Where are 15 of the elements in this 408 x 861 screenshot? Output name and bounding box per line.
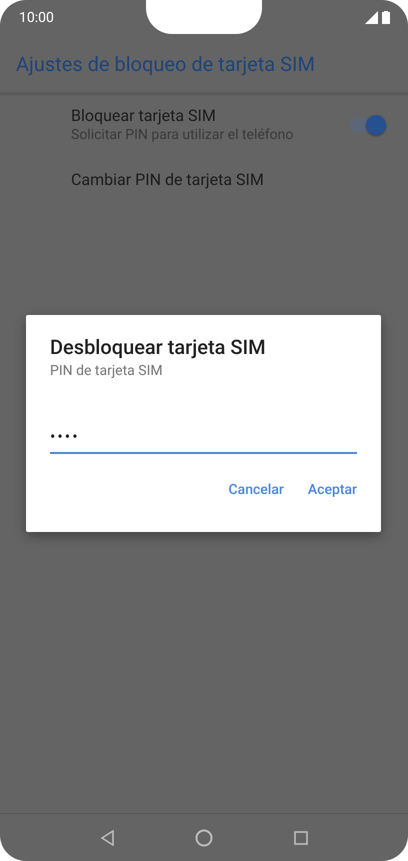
toggle-switch[interactable] — [350, 118, 384, 132]
recents-icon[interactable] — [294, 830, 308, 844]
setting-title[interactable]: Bloquear tarjeta SIM — [71, 106, 350, 125]
signal-icon — [365, 11, 378, 24]
dialog-button[interactable]: Cancelar — [220, 474, 292, 506]
home-icon[interactable] — [194, 828, 212, 846]
back-icon[interactable] — [100, 830, 114, 846]
screen-title: Ajustes de bloqueo de tarjeta SIM — [16, 52, 315, 76]
battery-icon — [382, 11, 390, 24]
setting-title[interactable]: Cambiar PIN de tarjeta SIM — [71, 170, 384, 188]
status-time: 10:00 — [19, 10, 54, 26]
pin-field[interactable]: •••• — [50, 423, 357, 454]
dialog-button[interactable]: Aceptar — [300, 474, 365, 506]
dialog-title: Desbloquear tarjeta SIM — [50, 335, 267, 359]
dialog-message: PIN de tarjeta SIM — [50, 363, 164, 379]
